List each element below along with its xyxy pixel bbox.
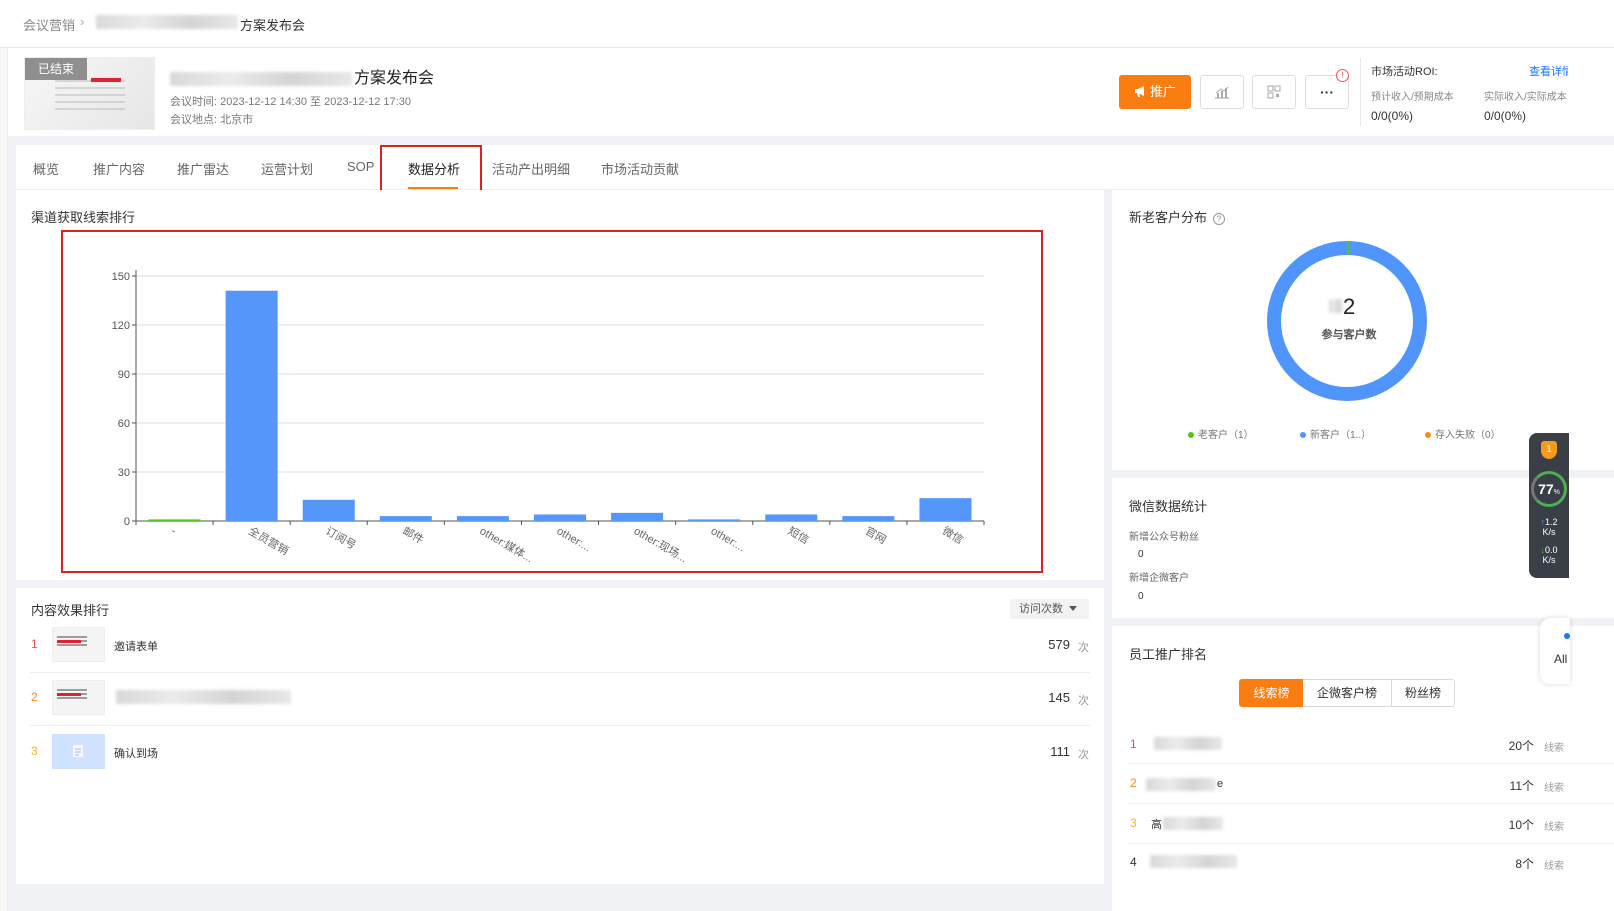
qrcode-button[interactable] [1252, 75, 1296, 109]
content-panel-title: 内容效果排行 [31, 603, 110, 618]
roi-label: 市场活动ROI: [1371, 66, 1438, 78]
staff-name: e [1217, 778, 1224, 790]
staff-count: 11个 [1509, 779, 1534, 793]
content-thumbnail [52, 627, 105, 662]
megaphone-icon [1134, 86, 1144, 97]
wechat-fans-label: 新增公众号粉丝 [1129, 532, 1199, 543]
staff-count: 10个 [1508, 818, 1534, 832]
staff-unit: 线索 [1544, 783, 1564, 794]
content-name[interactable]: 邀请表单 [114, 638, 158, 654]
download-speed: ↓0.0 K/s [1540, 545, 1558, 565]
legend-new-customer[interactable]: 新客户（1..） [1300, 426, 1371, 441]
wechat-fans-value: 0 [1138, 549, 1144, 560]
content-unit: 次 [1078, 642, 1089, 654]
shield-icon: 1 [1541, 441, 1557, 459]
staff-unit: 线索 [1544, 743, 1564, 754]
chart-icon [1215, 86, 1229, 99]
row-divider [1128, 803, 1614, 804]
divider [1360, 58, 1361, 126]
highlight-box-chart [61, 230, 1043, 573]
content-effect-panel [16, 588, 1104, 884]
wecom-customer-value: 0 [1138, 591, 1144, 602]
staff-count: 8个 [1515, 857, 1534, 871]
row-divider [30, 672, 1090, 673]
content-count: 111 [1050, 744, 1070, 759]
caret-down-icon [1069, 606, 1077, 611]
sort-select[interactable]: 访问次数 [1010, 599, 1089, 619]
roi-actual-label: 实际收入/实际成本 [1484, 92, 1567, 103]
staff-rank-2: 2 [1130, 776, 1137, 790]
row-divider [1128, 763, 1614, 764]
content-count: 579 [1048, 637, 1070, 652]
staff-rank-1: 1 [1130, 737, 1137, 751]
content-unit: 次 [1078, 695, 1089, 707]
legend-old-customer[interactable]: 老客户（1） [1188, 426, 1254, 441]
upload-speed: ↑1.2 K/s [1540, 517, 1558, 537]
roi-expected-value: 0/0(0%) [1371, 109, 1414, 123]
row-divider [30, 725, 1090, 726]
promote-button[interactable]: 推广 [1119, 75, 1191, 109]
usage-ring: 77% [1531, 471, 1567, 507]
staff-name-redacted [1154, 737, 1222, 750]
segment-fans[interactable]: 粉丝榜 [1391, 679, 1455, 707]
content-rank-1: 1 [31, 637, 38, 651]
content-unit: 次 [1078, 749, 1089, 761]
wecom-customer-label: 新增企微客户 [1129, 573, 1189, 584]
staff-name-redacted [1150, 855, 1237, 868]
staff-name: 高 [1151, 819, 1162, 831]
dot-icon [1564, 633, 1570, 639]
document-icon [73, 745, 83, 757]
roi-detail-link[interactable]: 查看详情 [1529, 63, 1568, 79]
staff-panel-title: 员工推广排名 [1129, 647, 1208, 662]
donut-center-value: 2 [1329, 293, 1369, 319]
staff-count: 20个 [1508, 739, 1534, 753]
segment-leads[interactable]: 线索榜 [1239, 679, 1304, 707]
segment-wecom[interactable]: 企微客户榜 [1303, 679, 1392, 707]
staff-unit: 线索 [1544, 861, 1564, 872]
qrcode-icon [1267, 85, 1281, 99]
content-rank-2: 2 [31, 690, 38, 704]
content-count: 145 [1048, 690, 1070, 705]
roi-expected-label: 预计收入/预期成本 [1371, 92, 1454, 103]
customer-panel-title: 新老客户分布? [1129, 207, 1226, 226]
customer-donut-chart [1267, 241, 1427, 401]
donut-new-customer [1267, 241, 1427, 401]
warning-icon: ! [1336, 69, 1349, 82]
help-icon[interactable]: ? [1213, 213, 1226, 225]
wechat-panel-title: 微信数据统计 [1129, 499, 1208, 514]
staff-rank-4: 4 [1130, 855, 1137, 869]
network-monitor-widget[interactable]: 1 77% ↑1.2 K/s ↓0.0 K/s [1529, 433, 1569, 578]
staff-unit: 线索 [1544, 822, 1564, 833]
content-rank-3: 3 [31, 744, 38, 758]
content-name[interactable]: 确认到场 [114, 745, 158, 761]
content-thumbnail [52, 680, 105, 715]
row-divider [1128, 843, 1614, 844]
staff-rank-3: 3 [1130, 816, 1137, 830]
all-widget[interactable]: All [1540, 618, 1570, 684]
content-thumbnail [52, 734, 105, 769]
roi-actual-value: 0/0(0%) [1484, 109, 1527, 123]
content-name-redacted[interactable] [116, 690, 291, 704]
staff-name-redacted [1146, 778, 1216, 791]
donut-center-label: 参与客户数 [1321, 329, 1377, 341]
staff-name-redacted [1163, 817, 1223, 830]
staff-ranking-panel [1112, 626, 1614, 911]
legend-save-failed[interactable]: 存入失败（0） [1425, 426, 1501, 441]
statistics-button[interactable] [1200, 75, 1244, 109]
